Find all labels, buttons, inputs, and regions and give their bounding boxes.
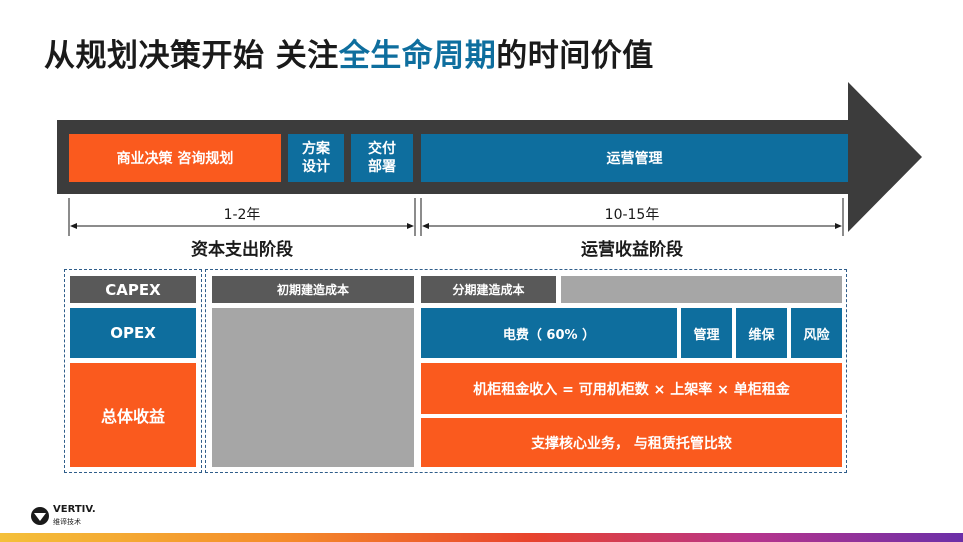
risk-cost: 风险 bbox=[791, 308, 842, 358]
legend-capex: CAPEX bbox=[70, 276, 196, 303]
opex-phase-title: 运营收益阶段 bbox=[581, 240, 683, 260]
initial-build-label: 初期建造成本 bbox=[276, 283, 349, 297]
electricity-label: 电费（ 60% ） bbox=[502, 327, 596, 343]
vertiv-logo-brand: VERTIV. bbox=[53, 504, 96, 515]
phased-build-cost: 分期建造成本 bbox=[421, 276, 556, 303]
vertiv-logo-sub: 维谛技术 bbox=[53, 518, 81, 526]
management-cost: 管理 bbox=[681, 308, 732, 358]
management-label: 管理 bbox=[693, 327, 720, 343]
initial-build-cost: 初期建造成本 bbox=[212, 276, 414, 303]
phased-build-bar bbox=[561, 276, 842, 303]
legend-opex: OPEX bbox=[70, 308, 196, 358]
stage-delivery: 交付 部署 bbox=[351, 134, 413, 182]
core-business-label: 支撑核心业务， 与租赁托管比较 bbox=[531, 435, 732, 452]
legend-capex-label: CAPEX bbox=[105, 280, 161, 299]
maintenance-cost: 维保 bbox=[736, 308, 787, 358]
stage-delivery-line2: 部署 bbox=[368, 159, 396, 175]
initial-build-area bbox=[212, 308, 414, 467]
vertiv-logo: VERTIV. 维谛技术 bbox=[30, 504, 120, 530]
risk-label: 风险 bbox=[803, 327, 830, 343]
stage-design-line2: 设计 bbox=[302, 159, 330, 175]
electricity-cost: 电费（ 60% ） bbox=[421, 308, 677, 358]
legend-total-label: 总体收益 bbox=[100, 407, 165, 426]
vertiv-logo-icon bbox=[31, 507, 49, 525]
stage-business-label: 商业决策 咨询规划 bbox=[116, 151, 234, 167]
legend-total-benefit: 总体收益 bbox=[70, 363, 196, 467]
rack-revenue-label: 机柜租金收入 = 可用机柜数 × 上架率 × 单柜租金 bbox=[473, 381, 790, 398]
stage-delivery-line1: 交付 bbox=[368, 141, 396, 157]
capex-phase-title: 资本支出阶段 bbox=[191, 240, 293, 260]
stage-design-line1: 方案 bbox=[302, 141, 330, 157]
stage-operations: 运营管理 bbox=[421, 134, 848, 182]
footer-gradient-bar bbox=[0, 533, 963, 542]
phased-build-label: 分期建造成本 bbox=[452, 283, 525, 297]
rack-rental-revenue: 机柜租金收入 = 可用机柜数 × 上架率 × 单柜租金 bbox=[421, 363, 842, 414]
stage-operations-label: 运营管理 bbox=[606, 151, 663, 167]
stage-business-decision: 商业决策 咨询规划 bbox=[69, 134, 281, 182]
right-duration: 10-15年 bbox=[604, 207, 660, 223]
maintenance-label: 维保 bbox=[748, 327, 775, 343]
legend-opex-label: OPEX bbox=[110, 324, 156, 342]
core-business-support: 支撑核心业务， 与租赁托管比较 bbox=[421, 418, 842, 467]
left-duration: 1-2年 bbox=[223, 207, 261, 223]
stage-design: 方案 设计 bbox=[288, 134, 344, 182]
